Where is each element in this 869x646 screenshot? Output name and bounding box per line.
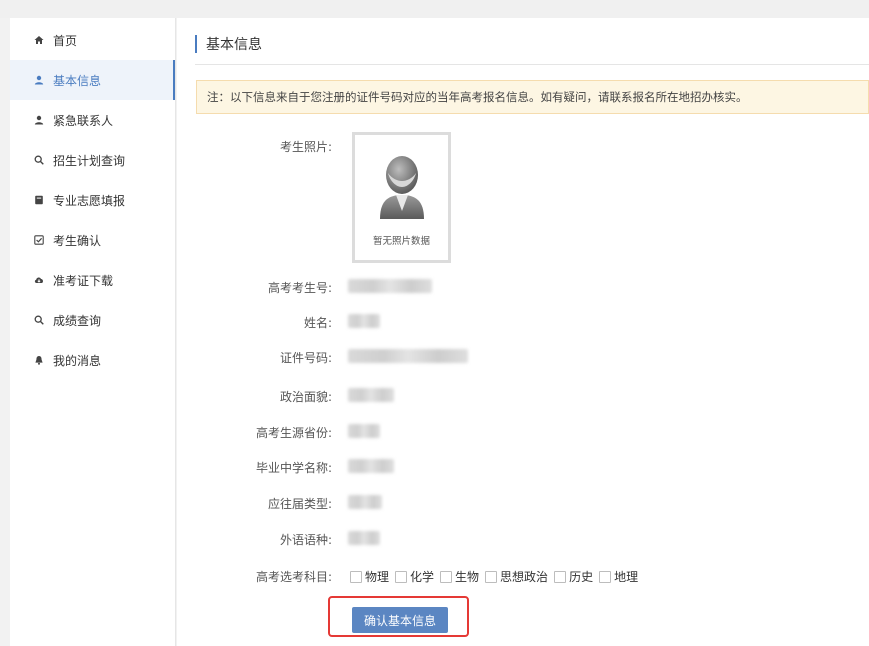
field-label: 应往届类型:: [267, 497, 332, 511]
form-row-political-status: 政治面貌:: [177, 388, 869, 405]
bell-icon: [34, 355, 44, 365]
form-row-province: 高考生源省份:: [177, 424, 869, 441]
field-label: 政治面貌:: [279, 390, 332, 404]
sidebar-item-label: 招生计划查询: [53, 153, 126, 168]
field-value-redacted: [348, 495, 382, 512]
field-value-redacted: [348, 388, 394, 405]
field-label: 高考生源省份:: [255, 426, 332, 440]
sidebar-item-emergency-contact[interactable]: 紧急联系人: [10, 100, 175, 140]
form-row-photo: 考生照片:: [177, 138, 869, 155]
subject-checkbox-chemistry[interactable]: 化学: [395, 568, 434, 585]
sidebar-item-label: 首页: [53, 33, 78, 48]
sidebar-item-label: 准考证下载: [53, 273, 114, 288]
field-label: 高考选考科目:: [255, 570, 332, 584]
subject-checkbox-politics[interactable]: 思想政治: [485, 568, 548, 585]
photo-caption: 暂无照片数据: [372, 236, 430, 247]
form-row-subjects: 高考选考科目: 物理 化学 生物 思想政治 历史 地理: [177, 568, 869, 585]
subject-checkbox-group: 物理 化学 生物 思想政治 历史 地理: [350, 568, 644, 585]
checkbox[interactable]: [485, 570, 498, 583]
checkbox[interactable]: [395, 570, 408, 583]
notice-banner: 注：以下信息来自于您注册的证件号码对应的当年高考报名信息。如有疑问，请联系报名所…: [196, 80, 869, 114]
form-row-foreign-language: 外语语种:: [177, 531, 869, 548]
sidebar-item-label: 紧急联系人: [53, 113, 114, 128]
form-row-high-school: 毕业中学名称:: [177, 459, 869, 476]
field-label: 证件号码:: [279, 351, 332, 365]
sidebar-item-label: 成绩查询: [53, 313, 102, 328]
form-row-id-number: 证件号码:: [177, 349, 869, 366]
field-value-redacted: [348, 531, 380, 548]
checkbox[interactable]: [440, 570, 453, 583]
subject-checkbox-history[interactable]: 历史: [554, 568, 593, 585]
top-bar: [0, 0, 869, 18]
sidebar-item-major-application[interactable]: 专业志愿填报: [10, 180, 175, 220]
subject-checkbox-biology[interactable]: 生物: [440, 568, 479, 585]
checkbox[interactable]: [350, 570, 362, 583]
user-icon: [34, 75, 44, 85]
sidebar-item-label: 基本信息: [53, 73, 102, 88]
subject-checkbox-physics[interactable]: 物理: [350, 568, 389, 585]
checkbox[interactable]: [554, 570, 567, 583]
home-icon: [34, 35, 44, 45]
sidebar-item-label: 专业志愿填报: [53, 193, 126, 208]
avatar-placeholder-icon: [380, 156, 424, 219]
sidebar: 首页 基本信息 紧急联系人 招生计划查询 专业志愿填报 考生确认 准考证下载 成…: [10, 18, 176, 646]
search-icon: [34, 315, 44, 325]
field-label: 考生照片:: [279, 140, 332, 154]
sidebar-item-enrollment-plan[interactable]: 招生计划查询: [10, 140, 175, 180]
user-icon: [34, 115, 44, 125]
page-title: 基本信息: [206, 37, 262, 53]
divider: [195, 64, 869, 65]
sidebar-item-home[interactable]: 首页: [10, 20, 175, 60]
field-label: 姓名:: [303, 316, 332, 330]
sidebar-item-label: 考生确认: [53, 233, 102, 248]
sidebar-item-basic-info[interactable]: 基本信息: [10, 60, 175, 100]
title-accent-bar: [195, 35, 197, 53]
confirm-basic-info-button[interactable]: 确认基本信息: [352, 607, 448, 633]
main-content: 基本信息 注：以下信息来自于您注册的证件号码对应的当年高考报名信息。如有疑问，请…: [177, 18, 869, 646]
form-row-graduate-type: 应往届类型:: [177, 495, 869, 512]
field-label: 外语语种:: [279, 533, 332, 547]
search-icon: [34, 155, 44, 165]
checkbox[interactable]: [599, 570, 612, 583]
field-value-redacted: [348, 349, 468, 366]
field-value-redacted: [348, 314, 380, 331]
sidebar-item-my-messages[interactable]: 我的消息: [10, 340, 175, 380]
cloud-download-icon: [34, 275, 44, 285]
field-value-redacted: [348, 279, 432, 296]
sidebar-item-candidate-confirm[interactable]: 考生确认: [10, 220, 175, 260]
page-header: 基本信息: [195, 32, 262, 56]
field-value-redacted: [348, 424, 380, 441]
candidate-photo: 暂无照片数据: [352, 132, 451, 263]
sidebar-item-score-query[interactable]: 成绩查询: [10, 300, 175, 340]
form-row-name: 姓名:: [177, 314, 869, 331]
form-row-exam-number: 高考考生号:: [177, 279, 869, 296]
field-value-redacted: [348, 459, 394, 476]
sidebar-item-admission-ticket[interactable]: 准考证下载: [10, 260, 175, 300]
checkbox-icon: [34, 235, 44, 245]
sidebar-item-label: 我的消息: [53, 353, 102, 368]
field-label: 毕业中学名称:: [255, 461, 332, 475]
field-label: 高考考生号:: [267, 281, 332, 295]
subject-checkbox-geography[interactable]: 地理: [599, 568, 638, 585]
book-icon: [34, 195, 44, 205]
